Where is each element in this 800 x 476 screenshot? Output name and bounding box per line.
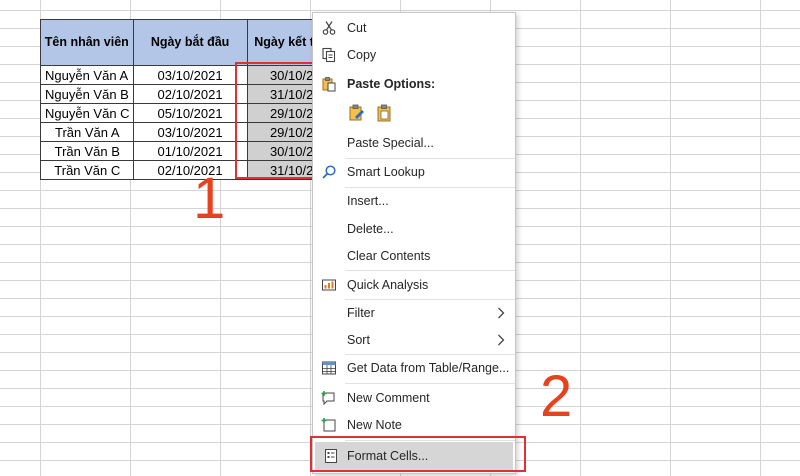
scissors-icon [320, 19, 338, 37]
header-row: Tên nhân viên Ngày bắt đầu Ngày kết t [40, 19, 322, 66]
menu-label-get-data: Get Data from Table/Range... [347, 361, 510, 375]
menu-item-filter[interactable]: Filter [313, 300, 515, 326]
menu-item-new-comment[interactable]: New Comment [313, 385, 515, 411]
menu-separator [345, 383, 515, 384]
cell-employee[interactable]: Trần Văn A [40, 122, 134, 142]
cell-start-date[interactable]: 03/10/2021 [132, 65, 248, 85]
menu-label-quick-analysis: Quick Analysis [347, 278, 429, 292]
chevron-right-icon [497, 307, 505, 319]
paste-clipboard-icon[interactable] [375, 103, 395, 126]
table-row: Nguyễn Văn C 05/10/2021 29/10/20 [40, 103, 322, 123]
table-row: Nguyễn Văn A 03/10/2021 30/10/20 [40, 65, 322, 85]
table-row: Trần Văn A 03/10/2021 29/10/20 [40, 122, 322, 142]
menu-label-paste-special: Paste Special... [347, 136, 434, 150]
spreadsheet-table: Tên nhân viên Ngày bắt đầu Ngày kết t Ng… [40, 19, 322, 180]
menu-label-clear-contents: Clear Contents [347, 249, 431, 263]
paste-keep-formatting-icon[interactable] [347, 103, 367, 126]
menu-item-quick-analysis[interactable]: Quick Analysis [313, 272, 515, 298]
menu-label-paste-options: Paste Options: [347, 77, 436, 91]
menu-separator [345, 270, 515, 271]
cell-employee[interactable]: Trần Văn C [40, 160, 134, 180]
menu-label-format-cells: Format Cells... [347, 449, 429, 463]
cell-start-date[interactable]: 01/10/2021 [132, 141, 248, 161]
column-header-employee[interactable]: Tên nhân viên [40, 19, 134, 66]
menu-item-new-note[interactable]: New Note [313, 412, 515, 438]
cell-start-date[interactable]: 02/10/2021 [132, 84, 248, 104]
cell-end-date[interactable]: 29/10/20 [246, 103, 322, 123]
menu-label-cut: Cut [347, 21, 367, 35]
search-icon [320, 163, 338, 181]
menu-label-sort: Sort [347, 333, 370, 347]
menu-item-clear-contents[interactable]: Clear Contents [313, 243, 515, 269]
menu-item-get-data[interactable]: Get Data from Table/Range... [313, 355, 515, 381]
new-note-icon [320, 416, 338, 434]
cell-employee[interactable]: Trần Văn B [40, 141, 134, 161]
menu-item-delete[interactable]: Delete... [313, 216, 515, 242]
menu-label-new-note: New Note [347, 418, 402, 432]
menu-item-copy[interactable]: Copy [313, 42, 515, 68]
table-row: Trần Văn B 01/10/2021 30/10/20 [40, 141, 322, 161]
step-number-2: 2 [540, 364, 573, 429]
menu-separator [345, 440, 515, 441]
menu-item-format-cells[interactable]: Format Cells... [315, 442, 513, 470]
cell-end-date[interactable]: 30/10/20 [246, 141, 322, 161]
table-row: Nguyễn Văn B 02/10/2021 31/10/20 [40, 84, 322, 104]
cell-end-date[interactable]: 29/10/20 [246, 122, 322, 142]
menu-label-copy: Copy [347, 48, 377, 62]
cell-employee[interactable]: Nguyễn Văn C [40, 103, 134, 123]
paste-option-icons [347, 101, 395, 127]
menu-section-paste-options: Paste Options: [313, 71, 515, 97]
menu-item-paste-special[interactable]: Paste Special... [313, 130, 515, 156]
table-row: Trần Văn C 02/10/2021 31/10/20 [40, 160, 322, 180]
menu-label-insert: Insert... [347, 194, 389, 208]
menu-item-smart-lookup[interactable]: Smart Lookup [313, 159, 515, 185]
menu-label-smart-lookup: Smart Lookup [347, 165, 425, 179]
column-header-start-date[interactable]: Ngày bắt đầu [132, 19, 248, 66]
copy-icon [320, 46, 338, 64]
column-header-end-date[interactable]: Ngày kết t [246, 19, 322, 66]
cell-end-date[interactable]: 31/10/20 [246, 160, 322, 180]
cell-end-date[interactable]: 31/10/20 [246, 84, 322, 104]
menu-item-sort[interactable]: Sort [313, 327, 515, 353]
context-menu: Cut Copy Paste Options: Paste Special...… [312, 12, 516, 474]
menu-item-insert[interactable]: Insert... [313, 188, 515, 214]
menu-item-cut[interactable]: Cut [313, 15, 515, 41]
cell-employee[interactable]: Nguyễn Văn B [40, 84, 134, 104]
menu-label-filter: Filter [347, 306, 375, 320]
clipboard-icon [320, 75, 338, 93]
cell-start-date[interactable]: 02/10/2021 [132, 160, 248, 180]
step-number-1: 1 [193, 166, 226, 231]
cell-start-date[interactable]: 05/10/2021 [132, 103, 248, 123]
new-comment-icon [320, 389, 338, 407]
format-cells-icon [322, 447, 340, 465]
quick-analysis-icon [320, 276, 338, 294]
cell-end-date[interactable]: 30/10/20 [246, 65, 322, 85]
menu-label-new-comment: New Comment [347, 391, 430, 405]
table-grid-icon [320, 359, 338, 377]
cell-employee[interactable]: Nguyễn Văn A [40, 65, 134, 85]
menu-label-delete: Delete... [347, 222, 394, 236]
chevron-right-icon [497, 334, 505, 346]
cell-start-date[interactable]: 03/10/2021 [132, 122, 248, 142]
